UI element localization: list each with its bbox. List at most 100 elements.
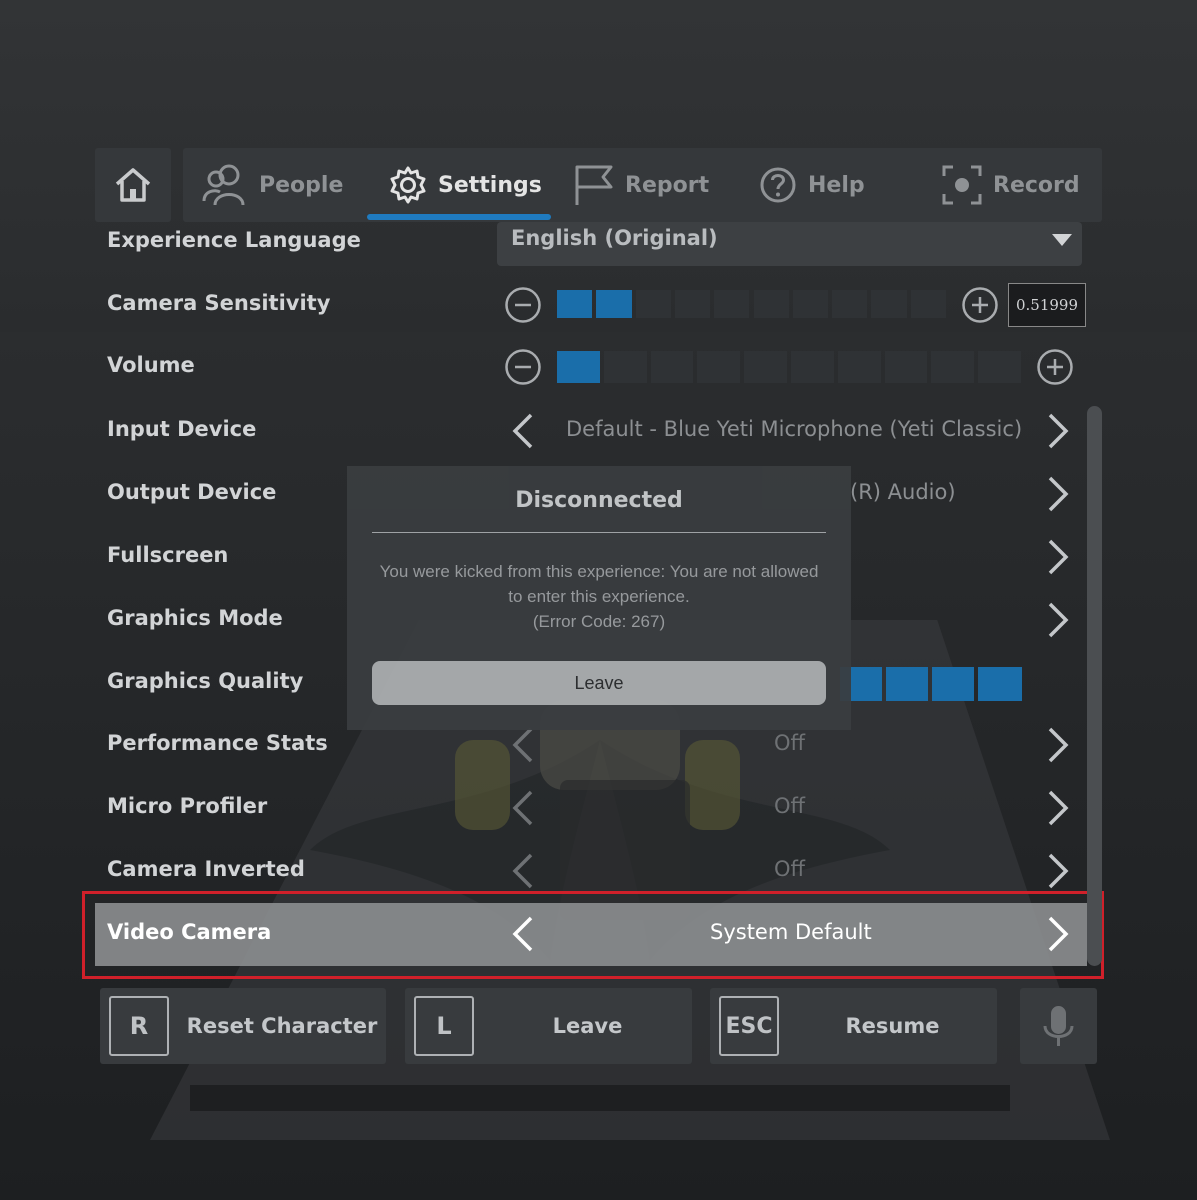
setting-label-performance-stats: Performance Stats xyxy=(107,731,328,755)
slider-segment[interactable] xyxy=(744,351,787,383)
tab-record[interactable]: Record xyxy=(941,148,1080,222)
slider-segment[interactable] xyxy=(557,290,593,318)
slider-segment[interactable] xyxy=(792,290,829,318)
slider-segment[interactable] xyxy=(650,351,694,383)
disconnected-dialog: Disconnected You were kicked from this e… xyxy=(347,466,851,730)
setting-label-volume: Volume xyxy=(107,353,195,377)
setting-label-camera-inverted: Camera Inverted xyxy=(107,857,305,881)
home-button[interactable] xyxy=(95,148,171,222)
dropdown-caret-icon xyxy=(1052,234,1072,246)
setting-label-graphics-mode: Graphics Mode xyxy=(107,606,283,630)
gear-icon xyxy=(390,166,426,204)
volume-decrease-icon[interactable] xyxy=(504,348,542,386)
microphone-button[interactable] xyxy=(1020,988,1097,1064)
slider-segment[interactable] xyxy=(871,290,907,318)
leave-keycap: L xyxy=(414,996,474,1056)
camera-inverted-value: Off xyxy=(774,857,805,881)
camera-sensitivity-input[interactable]: 0.51999 xyxy=(1008,283,1086,327)
avatar-arm-right xyxy=(685,740,740,830)
dropdown-value: English (Original) xyxy=(511,226,718,250)
input-device-next-chevron-icon[interactable] xyxy=(1040,411,1074,451)
setting-label-output-device: Output Device xyxy=(107,480,277,504)
camera-sensitivity-decrease-icon[interactable] xyxy=(504,286,542,324)
slider-segment[interactable] xyxy=(791,351,834,383)
slider-segment[interactable] xyxy=(931,351,975,383)
performance-stats-next-chevron-icon[interactable] xyxy=(1040,725,1074,765)
tab-report-label: Report xyxy=(625,172,710,198)
focus-highlight-outline xyxy=(82,891,1104,979)
tab-settings-label: Settings xyxy=(438,172,542,198)
reset-keycap: R xyxy=(109,996,169,1056)
home-icon xyxy=(115,168,151,202)
dialog-error-code: (Error Code: 267) xyxy=(532,612,666,631)
dialog-message-text: You were kicked from this experience: Yo… xyxy=(379,562,819,606)
leave-label: Leave xyxy=(552,1014,623,1038)
tab-help[interactable]: Help xyxy=(758,148,865,222)
performance-stats-value: Off xyxy=(774,731,805,755)
dialog-title: Disconnected xyxy=(515,488,683,513)
active-tab-indicator xyxy=(367,214,551,220)
setting-label-fullscreen: Fullscreen xyxy=(107,543,229,567)
resume-button[interactable]: ESC Resume xyxy=(710,988,997,1064)
dialog-leave-button[interactable]: Leave xyxy=(372,661,826,705)
dialog-message: You were kicked from this experience: Yo… xyxy=(377,559,821,634)
slider-segment[interactable] xyxy=(837,351,881,383)
slider-segment[interactable] xyxy=(910,290,946,318)
tab-help-label: Help xyxy=(808,172,865,198)
setting-label-graphics-quality: Graphics Quality xyxy=(107,669,304,693)
slider-segment[interactable] xyxy=(557,351,600,383)
tab-record-label: Record xyxy=(993,172,1080,198)
avatar-arm-left xyxy=(455,740,510,830)
menu-tab-bar: People Settings Report Help Record xyxy=(183,148,1102,222)
slider-segment[interactable] xyxy=(635,290,671,318)
graphics-quality-segment[interactable] xyxy=(978,667,1022,701)
people-icon xyxy=(202,164,245,206)
setting-label-input-device: Input Device xyxy=(107,417,257,441)
dialog-divider xyxy=(372,532,826,533)
tab-settings[interactable]: Settings xyxy=(388,148,542,222)
output-device-value: (R) Audio) xyxy=(850,480,956,504)
camera-sensitivity-increase-icon[interactable] xyxy=(961,286,999,324)
slider-segment[interactable] xyxy=(832,290,868,318)
input-device-value: Default - Blue Yeti Microphone (Yeti Cla… xyxy=(566,417,1023,441)
setting-label-camera-sensitivity: Camera Sensitivity xyxy=(107,291,331,315)
slider-segment[interactable] xyxy=(753,290,789,318)
graphics-quality-segment[interactable] xyxy=(886,667,928,701)
experience-language-dropdown[interactable]: English (Original) xyxy=(497,222,1082,266)
reset-character-label: Reset Character xyxy=(186,1014,378,1038)
slider-segment[interactable] xyxy=(978,351,1021,383)
camera-inverted-next-chevron-icon[interactable] xyxy=(1040,851,1074,891)
volume-increase-icon[interactable] xyxy=(1036,348,1074,386)
flag-icon xyxy=(575,165,613,205)
slider-segment[interactable] xyxy=(714,290,750,318)
microphone-icon xyxy=(1043,1006,1074,1046)
output-device-next-chevron-icon[interactable] xyxy=(1040,474,1074,514)
resume-keycap: ESC xyxy=(719,996,779,1056)
fullscreen-next-chevron-icon[interactable] xyxy=(1040,537,1074,577)
micro-profiler-value: Off xyxy=(774,794,805,818)
settings-scrollbar[interactable] xyxy=(1087,406,1102,966)
leave-button[interactable]: L Leave xyxy=(405,988,692,1064)
slider-segment[interactable] xyxy=(674,290,711,318)
setting-label-micro-profiler: Micro Profiler xyxy=(107,794,268,818)
record-icon xyxy=(942,165,982,205)
resume-label: Resume xyxy=(845,1014,940,1038)
micro-profiler-next-chevron-icon[interactable] xyxy=(1040,788,1074,828)
slider-segment[interactable] xyxy=(603,351,647,383)
input-device-prev-chevron-icon[interactable] xyxy=(507,411,541,451)
slider-segment[interactable] xyxy=(596,290,632,318)
tab-people-label: People xyxy=(259,172,344,198)
performance-stats-prev-chevron-icon[interactable] xyxy=(507,725,541,765)
slider-segment[interactable] xyxy=(697,351,741,383)
tab-people[interactable]: People xyxy=(201,148,343,222)
micro-profiler-prev-chevron-icon[interactable] xyxy=(507,788,541,828)
graphics-quality-segment[interactable] xyxy=(932,667,974,701)
help-icon xyxy=(760,167,796,203)
graphics-mode-next-chevron-icon[interactable] xyxy=(1040,600,1074,640)
camera-inverted-prev-chevron-icon[interactable] xyxy=(507,851,541,891)
menu-shadow xyxy=(190,1085,1010,1111)
reset-character-button[interactable]: R Reset Character xyxy=(100,988,386,1064)
tab-report[interactable]: Report xyxy=(573,148,709,222)
slider-segment[interactable] xyxy=(884,351,928,383)
setting-label-experience-language: Experience Language xyxy=(107,228,361,252)
